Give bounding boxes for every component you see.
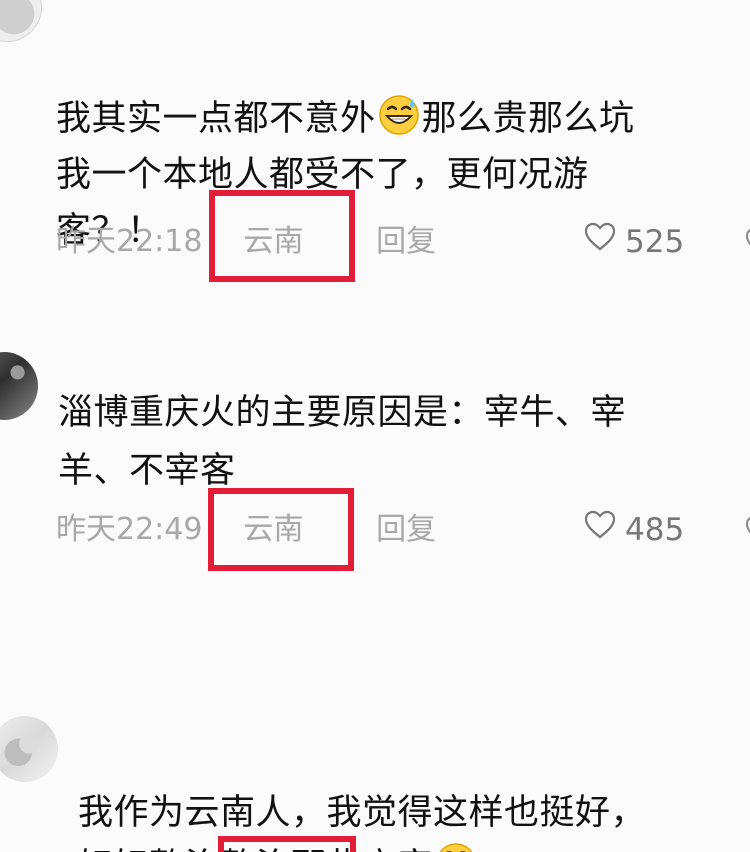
reply-button[interactable]: 回复 xyxy=(376,222,466,262)
user-avatar[interactable] xyxy=(0,716,58,782)
comment-screenshot: 我其实一点都不意外 那么贵那么坑 我一个本地人都受不了，更何况游 客？！ 昨天22… xyxy=(0,0,750,852)
reply-button[interactable]: 回复 xyxy=(376,510,466,550)
like-button[interactable]: 485 xyxy=(583,510,684,550)
location-highlight-box xyxy=(208,488,354,571)
location-highlight-box xyxy=(209,190,355,282)
broken-heart-outline-icon[interactable] xyxy=(744,225,750,259)
comment-text-before-emoji: 我作为云南人，我觉得这样也挺好， 好好整治整治那些商家 xyxy=(78,793,647,852)
like-count: 485 xyxy=(625,512,685,548)
wide-eyed-smile-emoji xyxy=(435,842,477,852)
heart-outline-icon xyxy=(583,221,617,263)
grin-sweat-emoji xyxy=(378,94,420,136)
location-highlight-box xyxy=(218,836,356,852)
comment-text: 淄博重庆火的主要原因是：宰牛、宰 羊、不宰客 xyxy=(58,393,627,491)
comment-time: 昨天22:18 xyxy=(56,224,203,259)
heart-outline-icon xyxy=(583,509,617,551)
like-count: 525 xyxy=(625,224,685,260)
comment-time: 昨天22:49 xyxy=(56,512,203,547)
user-avatar[interactable] xyxy=(0,352,38,420)
comment-text-before-emoji: 我其实一点都不意外 xyxy=(56,99,376,139)
like-button[interactable]: 525 xyxy=(583,222,684,262)
broken-heart-outline-icon[interactable] xyxy=(744,513,750,547)
user-avatar[interactable] xyxy=(0,0,42,42)
comment-text: 我作为云南人，我觉得这样也挺好， 好好整治整治那些商家 xyxy=(78,732,718,852)
